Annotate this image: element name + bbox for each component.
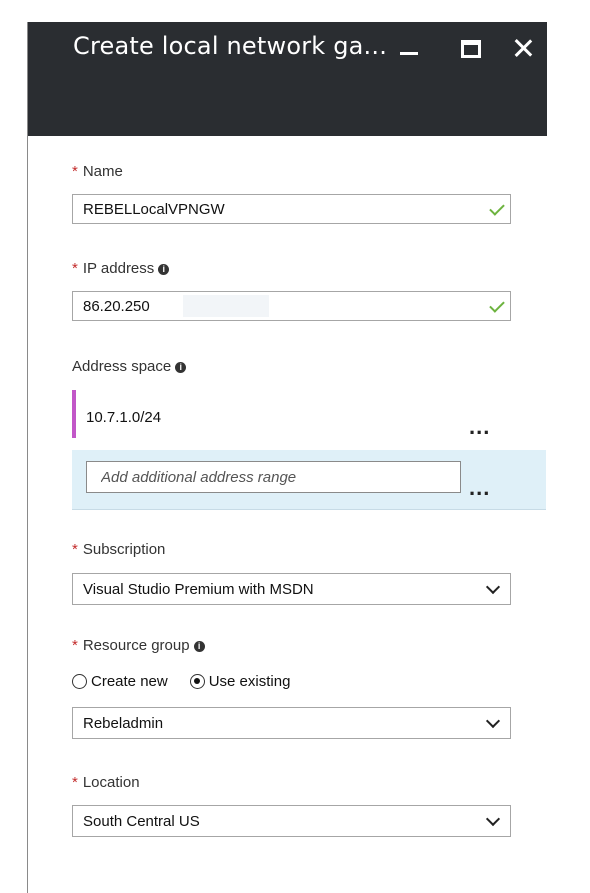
radio-create-new[interactable]: Create new [72,673,168,690]
valid-check-icon [488,200,506,218]
maximize-icon[interactable] [459,36,483,60]
chevron-down-icon [485,713,501,729]
required-mark: * [72,541,78,558]
ip-address-label: * IP address i [72,260,170,277]
address-space-value: 10.7.1.0/24 [86,409,162,426]
ip-address-label-text: IP address [82,260,155,277]
top-strip [0,0,590,22]
required-mark: * [72,260,78,277]
info-icon[interactable]: i [193,641,205,652]
blade-header: Create local network ga... [28,22,547,136]
name-field[interactable]: REBELLocalVPNGW [72,194,511,224]
radio-use-existing[interactable]: Use existing [189,673,291,690]
location-value: South Central US [83,813,200,830]
resource-group-label: * Resource group i [72,637,205,654]
subscription-label-text: Subscription [82,541,166,558]
blade-title: Create local network ga... [73,32,388,60]
radio-selected-icon [189,674,205,689]
resource-group-options: Create new Use existing [72,673,312,697]
create-lng-blade: Create local network ga... * Name REBELLo… [27,22,551,893]
radio-create-new-label: Create new [91,673,168,690]
location-select[interactable]: South Central US [72,805,511,837]
add-address-range-input[interactable] [86,461,461,493]
info-icon[interactable]: i [175,362,187,373]
info-icon[interactable]: i [158,264,170,275]
required-mark: * [72,637,78,654]
name-value: REBELLocalVPNGW [83,201,225,218]
chevron-down-icon [485,811,501,827]
location-label: * Location [72,774,140,791]
more-options-icon[interactable]: ... [469,416,490,438]
more-options-icon[interactable]: ... [469,477,490,499]
subscription-select[interactable]: Visual Studio Premium with MSDN [72,573,511,605]
close-icon[interactable] [511,36,535,60]
resource-group-value: Rebeladmin [83,715,164,732]
subscription-label: * Subscription [72,541,165,558]
location-label-text: Location [82,774,140,791]
chevron-down-icon [485,579,501,595]
resource-group-select[interactable]: Rebeladmin [72,707,511,739]
radio-use-existing-label: Use existing [208,673,291,690]
required-mark: * [72,774,78,791]
radio-icon [72,674,87,689]
redacted-area [183,295,269,317]
name-label: * Name [72,163,123,180]
subscription-value: Visual Studio Premium with MSDN [83,581,314,598]
valid-check-icon [488,297,506,315]
required-mark: * [72,163,78,180]
ip-address-field[interactable]: 86.20.250 [72,291,511,321]
address-space-label-text: Address space [72,358,172,375]
resource-group-label-text: Resource group [82,637,190,654]
name-label-text: Name [82,163,123,180]
ip-address-value: 86.20.250 [83,298,150,315]
minimize-icon[interactable] [397,36,421,60]
address-space-label: Address space i [72,358,187,375]
